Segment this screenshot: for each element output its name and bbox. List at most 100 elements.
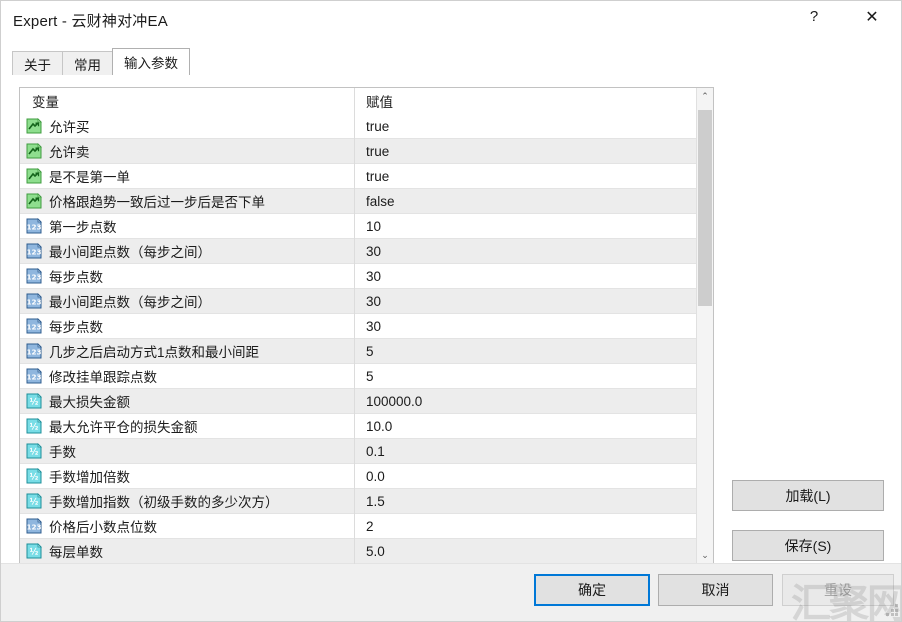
parameter-value-cell[interactable]: 1.5 [354,494,696,509]
table-row[interactable]: ½ 手数 0.1 [20,439,696,464]
parameter-name-cell: ½ 手数 [20,441,354,461]
parameter-value-cell[interactable]: 0.0 [354,469,696,484]
table-row[interactable]: ½ 手数增加指数（初级手数的多少次方） 1.5 [20,489,696,514]
double-type-icon: ½ [26,393,42,409]
vertical-scrollbar[interactable]: ⌃ ⌄ [696,88,713,564]
table-row[interactable]: 价格跟趋势一致后过一步后是否下单 false [20,189,696,214]
parameter-label: 最小间距点数（每步之间） [49,295,211,310]
table-row[interactable]: 123 几步之后启动方式1点数和最小间距 5 [20,339,696,364]
parameter-value-cell[interactable]: 30 [354,294,696,309]
parameter-value-cell[interactable]: 10 [354,219,696,234]
parameter-label: 价格后小数点位数 [49,520,157,535]
parameter-value-cell[interactable]: false [354,194,696,209]
svg-text:123: 123 [26,372,41,381]
table-row[interactable]: ½ 最大损失金额 100000.0 [20,389,696,414]
svg-text:123: 123 [26,272,41,281]
scroll-up-arrow-icon[interactable]: ⌃ [697,88,713,105]
table-row[interactable]: 允许买 true [20,114,696,139]
parameter-label: 最大允许平仓的损失金额 [49,420,198,435]
parameter-value-cell[interactable]: 10.0 [354,419,696,434]
int-type-icon: 123 [26,318,42,334]
cancel-button[interactable]: 取消 [658,574,773,606]
tab-strip: 关于 常用 输入参数 [12,48,190,75]
svg-text:½: ½ [30,472,39,482]
window-title: Expert - 云财神对冲EA [13,13,168,30]
parameter-value-cell[interactable]: true [354,169,696,184]
parameter-label: 手数 [49,445,76,460]
parameter-label: 是不是第一单 [49,170,130,185]
parameter-value-cell[interactable]: true [354,119,696,134]
parameters-table[interactable]: 变量 赋值 允许买 true 允许卖 true 是不是第一单 true 价格跟趋势一致后过一步后… [20,88,696,564]
close-icon[interactable]: ✕ [849,1,895,32]
table-row[interactable]: 允许卖 true [20,139,696,164]
help-icon[interactable]: ? [791,1,837,32]
svg-text:123: 123 [26,297,41,306]
svg-text:123: 123 [26,522,41,531]
int-type-icon: 123 [26,218,42,234]
svg-text:123: 123 [26,322,41,331]
column-header-value: 赋值 [366,94,393,110]
table-row[interactable]: 123 第一步点数 10 [20,214,696,239]
parameter-name-cell: 123 第一步点数 [20,216,354,236]
int-type-icon: 123 [26,518,42,534]
title-bar: Expert - 云财神对冲EA ? ✕ [1,1,901,39]
svg-text:½: ½ [30,447,39,457]
parameter-value-cell[interactable]: 30 [354,244,696,259]
tab-about[interactable]: 关于 [12,51,63,75]
load-button[interactable]: 加载(L) [732,480,884,511]
parameter-name-cell: 价格跟趋势一致后过一步后是否下单 [20,191,354,211]
ok-button[interactable]: 确定 [534,574,650,606]
parameter-label: 第一步点数 [49,220,117,235]
table-row[interactable]: ½ 手数增加倍数 0.0 [20,464,696,489]
double-type-icon: ½ [26,493,42,509]
table-row[interactable]: 123 每步点数 30 [20,314,696,339]
table-row[interactable]: 123 每步点数 30 [20,264,696,289]
table-row[interactable]: 123 最小间距点数（每步之间） 30 [20,239,696,264]
parameter-name-cell: 123 每步点数 [20,316,354,336]
parameter-name-cell: ½ 手数增加倍数 [20,466,354,486]
tab-common[interactable]: 常用 [62,51,113,75]
svg-text:½: ½ [30,422,39,432]
parameter-label: 最大损失金额 [49,395,130,410]
double-type-icon: ½ [26,418,42,434]
table-row[interactable]: ½ 最大允许平仓的损失金额 10.0 [20,414,696,439]
int-type-icon: 123 [26,368,42,384]
int-type-icon: 123 [26,268,42,284]
parameter-name-cell: 123 最小间距点数（每步之间） [20,291,354,311]
bool-type-icon [26,143,42,159]
svg-text:½: ½ [30,397,39,407]
table-row[interactable]: 123 修改挂单跟踪点数 5 [20,364,696,389]
svg-text:123: 123 [26,222,41,231]
parameter-label: 每步点数 [49,320,103,335]
tab-inputs[interactable]: 输入参数 [112,48,190,75]
table-row[interactable]: 123 价格后小数点位数 2 [20,514,696,539]
parameter-name-cell: 123 最小间距点数（每步之间） [20,241,354,261]
scrollbar-thumb[interactable] [698,110,712,306]
int-type-icon: 123 [26,243,42,259]
expert-properties-dialog: Expert - 云财神对冲EA ? ✕ 关于 常用 输入参数 变量 赋值 允许买 t… [0,0,902,622]
parameter-value-cell[interactable]: true [354,144,696,159]
int-type-icon: 123 [26,293,42,309]
parameter-value-cell[interactable]: 30 [354,269,696,284]
parameter-value-cell[interactable]: 30 [354,319,696,334]
scroll-down-arrow-icon[interactable]: ⌄ [697,547,713,564]
parameter-label: 最小间距点数（每步之间） [49,245,211,260]
parameter-value-cell[interactable]: 0.1 [354,444,696,459]
parameter-label: 价格跟趋势一致后过一步后是否下单 [49,195,265,210]
bool-type-icon [26,193,42,209]
table-row[interactable]: ½ 每层单数 5.0 [20,539,696,564]
parameter-value-cell[interactable]: 5.0 [354,544,696,559]
parameter-label: 手数增加指数（初级手数的多少次方） [49,495,279,510]
parameter-value-cell[interactable]: 5 [354,369,696,384]
parameter-label: 手数增加倍数 [49,470,130,485]
bool-type-icon [26,168,42,184]
save-button[interactable]: 保存(S) [732,530,884,561]
parameter-label: 每步点数 [49,270,103,285]
int-type-icon: 123 [26,343,42,359]
parameter-value-cell[interactable]: 5 [354,344,696,359]
table-row[interactable]: 123 最小间距点数（每步之间） 30 [20,289,696,314]
parameter-value-cell[interactable]: 2 [354,519,696,534]
parameter-name-cell: 123 价格后小数点位数 [20,516,354,536]
table-row[interactable]: 是不是第一单 true [20,164,696,189]
parameter-value-cell[interactable]: 100000.0 [354,394,696,409]
